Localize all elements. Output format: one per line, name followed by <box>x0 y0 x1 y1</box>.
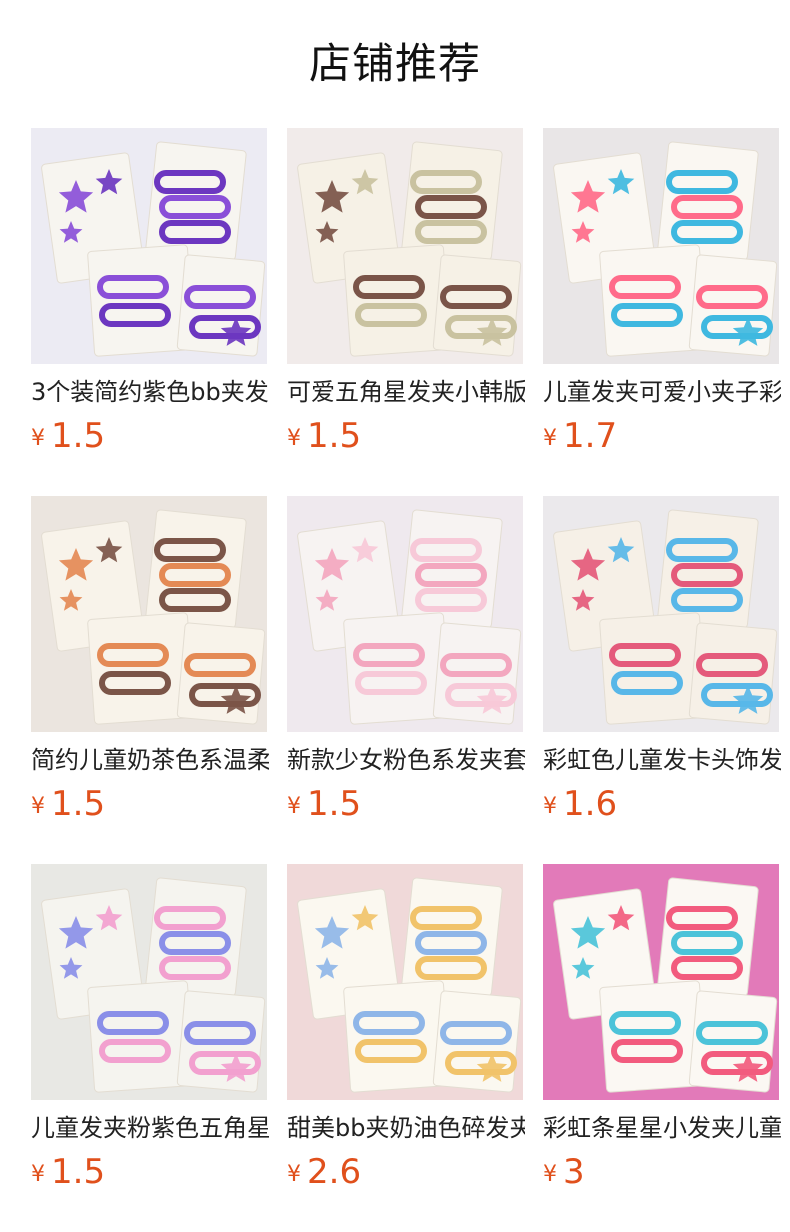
product-card[interactable]: 彩虹条星星小发夹儿童 ¥3 <box>543 864 781 1204</box>
currency-symbol: ¥ <box>31 794 45 819</box>
product-name[interactable]: 可爱五角星发夹小韩版 <box>287 374 525 410</box>
price-value: 1.5 <box>51 784 106 824</box>
currency-symbol: ¥ <box>31 426 45 451</box>
price-value: 1.7 <box>563 416 618 456</box>
product-card[interactable]: 彩虹色儿童发卡头饰发夹 ¥1.6 <box>543 496 781 836</box>
product-name[interactable]: 儿童发夹粉紫色五角星套装 <box>31 1110 269 1146</box>
price-value: 1.5 <box>307 784 362 824</box>
product-name[interactable]: 简约儿童奶茶色系温柔发夹 <box>31 742 269 778</box>
rainbow-star-hairclip-image[interactable] <box>543 496 779 732</box>
currency-symbol: ¥ <box>543 1162 557 1187</box>
currency-symbol: ¥ <box>543 426 557 451</box>
price-value: 1.5 <box>51 416 106 456</box>
product-card[interactable]: 新款少女粉色系发夹套装 ¥1.5 <box>287 496 525 836</box>
product-price: ¥1.5 <box>31 1150 105 1194</box>
price-value: 1.5 <box>51 1152 106 1192</box>
rainbow-hairclip-image[interactable] <box>543 128 779 364</box>
currency-symbol: ¥ <box>287 794 301 819</box>
price-value: 3 <box>563 1152 585 1192</box>
price-value: 2.6 <box>307 1152 362 1192</box>
product-name[interactable]: 彩虹色儿童发卡头饰发夹 <box>543 742 781 778</box>
price-value: 1.5 <box>307 416 362 456</box>
product-price: ¥1.5 <box>31 782 105 826</box>
product-price: ¥1.5 <box>287 414 361 458</box>
pink-star-hairclip-image[interactable] <box>287 496 523 732</box>
product-price: ¥1.7 <box>543 414 617 458</box>
product-name[interactable]: 甜美bb夹奶油色碎发夹 <box>287 1110 525 1146</box>
currency-symbol: ¥ <box>543 794 557 819</box>
product-card[interactable]: 儿童发夹粉紫色五角星套装 ¥1.5 <box>31 864 269 1204</box>
rainbow-strip-hairclip-image[interactable] <box>543 864 779 1100</box>
page-title: 店铺推荐 <box>308 39 481 88</box>
currency-symbol: ¥ <box>287 426 301 451</box>
product-price: ¥2.6 <box>287 1150 361 1194</box>
purple-star-hairclip-image[interactable] <box>31 128 267 364</box>
currency-symbol: ¥ <box>31 1162 45 1187</box>
brown-star-hairclip-image[interactable] <box>287 128 523 364</box>
currency-symbol: ¥ <box>287 1162 301 1187</box>
product-card[interactable]: 可爱五角星发夹小韩版 ¥1.5 <box>287 128 525 468</box>
product-price: ¥1.5 <box>31 414 105 458</box>
product-name[interactable]: 新款少女粉色系发夹套装 <box>287 742 525 778</box>
product-name[interactable]: 彩虹条星星小发夹儿童 <box>543 1110 781 1146</box>
product-name[interactable]: 儿童发夹可爱小夹子彩色 <box>543 374 781 410</box>
product-card[interactable]: 3个装简约紫色bb夹发夹 ¥1.5 <box>31 128 269 468</box>
product-price: ¥1.5 <box>287 782 361 826</box>
product-price: ¥3 <box>543 1150 585 1194</box>
product-card[interactable]: 甜美bb夹奶油色碎发夹 ¥2.6 <box>287 864 525 1204</box>
product-price: ¥1.6 <box>543 782 617 826</box>
price-value: 1.6 <box>563 784 618 824</box>
product-card[interactable]: 儿童发夹可爱小夹子彩色 ¥1.7 <box>543 128 781 468</box>
cream-color-hairclip-image[interactable] <box>287 864 523 1100</box>
pink-purple-hairclip-image[interactable] <box>31 864 267 1100</box>
product-name[interactable]: 3个装简约紫色bb夹发夹 <box>31 374 269 410</box>
product-card[interactable]: 简约儿童奶茶色系温柔发夹 ¥1.5 <box>31 496 269 836</box>
milk-tea-hairclip-image[interactable] <box>31 496 267 732</box>
